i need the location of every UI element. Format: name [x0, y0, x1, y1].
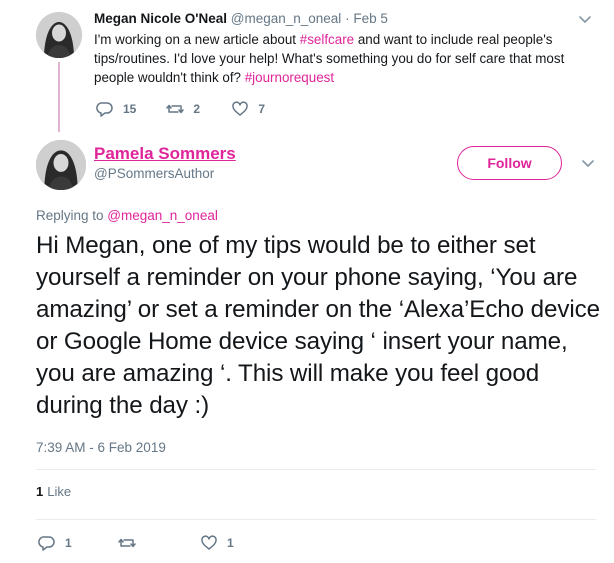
- chevron-down-icon[interactable]: [581, 159, 595, 169]
- follow-button[interactable]: Follow: [457, 146, 562, 180]
- retweet-button[interactable]: 2: [166, 101, 201, 117]
- separator: ·: [345, 11, 350, 26]
- tweet-thread: Megan Nicole O'Neal @megan_n_oneal · Feb…: [0, 0, 614, 563]
- tweet-text-part: I'm working on a new article about: [94, 32, 300, 47]
- likes-stat[interactable]: 1 Like: [36, 484, 71, 499]
- reply-count: 15: [123, 102, 137, 116]
- replying-handle-link[interactable]: @megan_n_oneal: [107, 208, 218, 223]
- tweet-header: Megan Nicole O'Neal @megan_n_oneal · Feb…: [94, 10, 388, 28]
- heart-icon: [201, 535, 217, 550]
- heart-icon: [232, 101, 249, 116]
- author-name[interactable]: Megan Nicole O'Neal: [94, 11, 227, 26]
- reply-button[interactable]: 1: [38, 535, 118, 551]
- tweet-date[interactable]: Feb 5: [353, 11, 388, 26]
- hashtag-link[interactable]: #selfcare: [300, 32, 354, 47]
- like-stat-count: 1: [36, 484, 44, 499]
- replying-to: Replying to @megan_n_oneal: [36, 208, 218, 223]
- tweet-text: I'm working on a new article about #self…: [94, 30, 584, 87]
- tweet-timestamp[interactable]: 7:39 AM - 6 Feb 2019: [36, 440, 166, 455]
- like-button[interactable]: 7: [231, 101, 266, 117]
- like-button[interactable]: 1: [200, 535, 235, 551]
- author-handle[interactable]: @megan_n_oneal: [231, 11, 342, 26]
- like-count: 7: [258, 102, 266, 116]
- replying-label: Replying to: [36, 208, 108, 223]
- like-count: 1: [227, 536, 234, 550]
- tweet-text: Hi Megan, one of my tips would be to eit…: [36, 232, 600, 419]
- divider: [36, 519, 596, 520]
- hashtag-link[interactable]: #journorequest: [245, 70, 334, 85]
- divider: [36, 469, 596, 470]
- retweet-button[interactable]: [118, 535, 200, 551]
- like-stat-label: Like: [47, 484, 72, 499]
- liker-avatar[interactable]: [36, 140, 86, 190]
- reply-button[interactable]: 15: [96, 101, 136, 117]
- thread-line: [58, 62, 60, 132]
- retweet-icon: [166, 104, 185, 114]
- author-name[interactable]: Pamela Sommers: [94, 144, 236, 164]
- avatar[interactable]: [36, 12, 82, 58]
- retweet-icon: [118, 538, 136, 548]
- reply-icon: [96, 102, 113, 117]
- author-handle[interactable]: @PSommersAuthor: [94, 166, 214, 181]
- retweet-count: 2: [193, 102, 201, 116]
- chevron-down-icon[interactable]: [578, 15, 592, 25]
- parent-tweet[interactable]: Megan Nicole O'Neal @megan_n_oneal · Feb…: [0, 0, 614, 132]
- reply-count: 1: [65, 536, 72, 550]
- tweet-actions: 15 2 7: [96, 101, 296, 117]
- tweet-actions: 1 1: [38, 535, 235, 551]
- reply-icon: [38, 536, 55, 551]
